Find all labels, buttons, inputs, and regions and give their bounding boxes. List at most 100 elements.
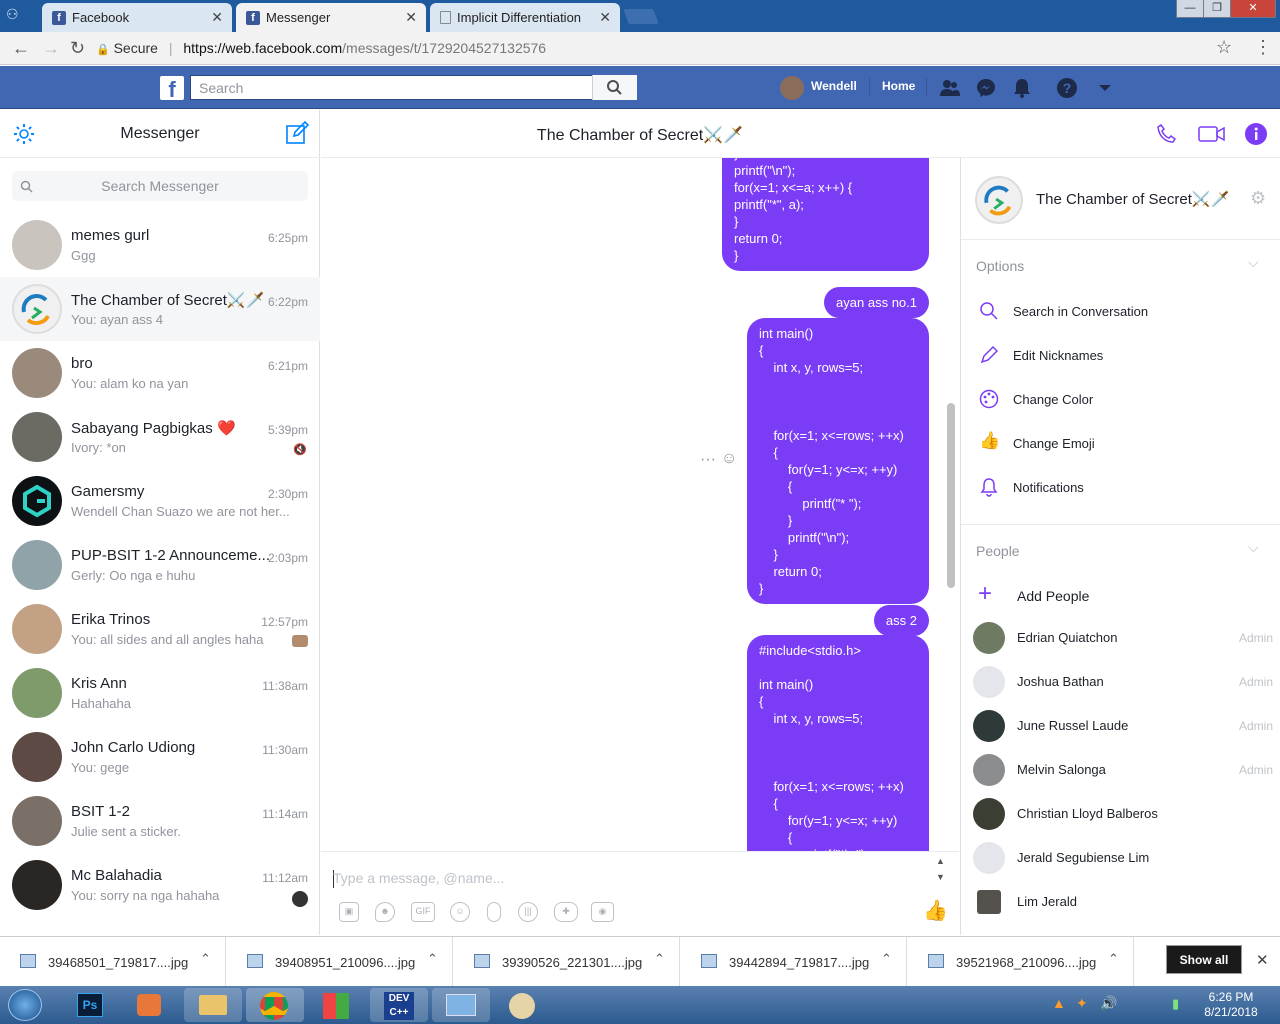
browser-profile-icon[interactable]: ⚇ — [6, 6, 26, 24]
people-list-item[interactable]: Lim Jerald — [961, 880, 1280, 924]
people-list-item[interactable]: Edrian Quiatchon Admin — [961, 616, 1280, 660]
friend-requests-icon[interactable] — [939, 77, 961, 99]
change-emoji-option[interactable]: Change Emoji — [1013, 436, 1095, 451]
show-all-downloads-button[interactable]: Show all — [1166, 945, 1242, 974]
office-taskbar-icon[interactable] — [308, 988, 366, 1022]
system-clock[interactable]: 6:26 PM 8/21/2018 — [1196, 990, 1266, 1020]
new-message-icon[interactable] — [285, 121, 309, 145]
message-input[interactable]: Type a message, @name... — [333, 870, 504, 886]
download-item[interactable]: 39390526_221301....jpg ⌃ — [454, 937, 680, 987]
help-icon[interactable]: ? — [1056, 77, 1078, 99]
sticker-icon[interactable]: ☻ — [375, 902, 395, 922]
tab-implicit-differentiation[interactable]: Implicit Differentiation ✕ — [430, 3, 620, 32]
chevron-up-icon[interactable]: ⌃ — [1108, 951, 1119, 967]
volume-icon[interactable]: 🔊 — [1100, 995, 1117, 1012]
paint-taskbar-icon[interactable] — [494, 988, 552, 1022]
photo-icon[interactable]: ▣ — [339, 902, 359, 922]
minimize-button[interactable]: — — [1176, 0, 1204, 18]
group-settings-gear-icon[interactable]: ⚙ — [1250, 188, 1266, 209]
react-emoji-icon[interactable]: ☺ — [721, 450, 737, 468]
chevron-up-icon[interactable]: ⌃ — [200, 951, 211, 967]
profile-link[interactable]: Wendell — [811, 79, 857, 93]
people-list-item[interactable]: Melvin Salonga Admin — [961, 748, 1280, 792]
conversation-item[interactable]: Mc Balahadia You: sorry na nga hahaha 11… — [0, 853, 320, 917]
people-list-item[interactable]: Joshua Bathan Admin — [961, 660, 1280, 704]
notifications-bell-icon[interactable] — [1011, 77, 1033, 99]
photoshop-taskbar-icon[interactable]: Ps — [62, 988, 120, 1022]
chrome-menu-icon[interactable]: ⋮ — [1254, 37, 1272, 58]
tab-messenger[interactable]: f Messenger ✕ — [236, 3, 426, 32]
emoji-icon[interactable]: ☺ — [450, 902, 470, 922]
thumbs-up-emoji-icon[interactable]: 👍 — [923, 898, 948, 923]
address-bar[interactable]: 🔒 Secure | https://web.facebook.com/mess… — [96, 36, 1246, 60]
download-item[interactable]: 39521968_210096....jpg ⌃ — [908, 937, 1134, 987]
forward-arrow-icon[interactable]: → — [42, 38, 60, 59]
facebook-logo-icon[interactable]: f — [160, 76, 184, 100]
reload-icon[interactable]: ↻ — [70, 38, 85, 59]
people-list-item[interactable]: June Russel Laude Admin — [961, 704, 1280, 748]
conversation-item[interactable]: The Chamber of Secret⚔️🗡️ You: ayan ass … — [0, 277, 320, 341]
facebook-search-button[interactable] — [592, 75, 637, 100]
avatar[interactable] — [780, 76, 804, 100]
signal-bars-icon[interactable]: ▮ — [1172, 996, 1179, 1012]
start-button-icon[interactable] — [8, 989, 42, 1021]
options-chevron-icon[interactable]: ⌵ — [1248, 254, 1259, 271]
file-explorer-taskbar-icon[interactable] — [184, 988, 242, 1022]
facebook-search-input[interactable]: Search — [190, 75, 637, 100]
messenger-icon[interactable] — [975, 77, 997, 99]
conversation-item[interactable]: bro You: alam ko na yan 6:21pm — [0, 341, 320, 405]
people-list-item[interactable]: Christian Lloyd Balberos — [961, 792, 1280, 836]
conversation-item[interactable]: memes gurl Ggg 6:25pm — [0, 213, 320, 277]
photo-viewer-taskbar-icon[interactable] — [432, 988, 490, 1022]
search-messenger-input[interactable]: Search Messenger — [12, 171, 308, 201]
conversation-item[interactable]: Erika Trinos You: all sides and all angl… — [0, 597, 320, 661]
devcpp-taskbar-icon[interactable]: DEV C++ — [370, 988, 428, 1022]
download-item[interactable]: 39408951_210096....jpg ⌃ — [227, 937, 453, 987]
conversation-item[interactable]: Sabayang Pagbigkas ❤️ Ivory: *on 5:39pm … — [0, 405, 320, 469]
tab-close-icon[interactable]: ✕ — [599, 9, 611, 26]
notifications-option[interactable]: Notifications — [1013, 480, 1084, 495]
people-chevron-icon[interactable]: ⌵ — [1248, 539, 1259, 556]
conversation-info-icon[interactable] — [1244, 122, 1268, 146]
game-controller-icon[interactable]: ✚ — [554, 902, 578, 922]
tab-facebook[interactable]: f Facebook ✕ — [42, 3, 232, 32]
thread-scrollbar[interactable] — [947, 403, 955, 588]
people-list-item[interactable]: Jerald Segubiense Lim — [961, 836, 1280, 880]
more-actions-icon[interactable]: ··· — [700, 451, 716, 469]
chevron-up-icon[interactable]: ⌃ — [881, 951, 892, 967]
conversation-item[interactable]: PUP-BSIT 1-2 Announceme... Gerly: Oo nga… — [0, 533, 320, 597]
account-menu-chevron-icon[interactable] — [1094, 77, 1116, 99]
tab-close-icon[interactable]: ✕ — [211, 9, 223, 26]
change-color-option[interactable]: Change Color — [1013, 392, 1093, 407]
options-section-label[interactable]: Options — [976, 258, 1024, 274]
microphone-icon[interactable] — [487, 902, 501, 922]
add-people-button[interactable]: Add People — [1017, 588, 1089, 604]
edit-nicknames-option[interactable]: Edit Nicknames — [1013, 348, 1103, 363]
conversation-item[interactable]: BSIT 1-2 Julie sent a sticker. 11:14am — [0, 789, 320, 853]
tab-close-icon[interactable]: ✕ — [405, 9, 417, 26]
chrome-taskbar-icon[interactable] — [246, 988, 304, 1022]
chevron-up-icon[interactable]: ⌃ — [427, 951, 438, 967]
search-in-conversation-option[interactable]: Search in Conversation — [1013, 304, 1148, 319]
people-section-label[interactable]: People — [976, 543, 1020, 559]
tray-app-icon[interactable]: ▲ — [1052, 995, 1066, 1011]
poll-icon[interactable]: ||| — [518, 902, 538, 922]
gif-icon[interactable]: GIF — [411, 902, 435, 922]
video-call-icon[interactable] — [1198, 124, 1226, 144]
conversation-item[interactable]: Gamersmy Wendell Chan Suazo we are not h… — [0, 469, 320, 533]
composer-scroll-down-icon[interactable]: ▼ — [936, 872, 945, 882]
composer-scroll-up-icon[interactable]: ▲ — [936, 856, 945, 866]
back-arrow-icon[interactable]: ← — [12, 38, 30, 59]
voice-call-icon[interactable] — [1156, 123, 1178, 145]
media-player-taskbar-icon[interactable] — [122, 988, 180, 1022]
restore-button[interactable]: ❐ — [1203, 0, 1231, 18]
tray-network-icon[interactable]: ✦ — [1076, 995, 1088, 1012]
conversation-item[interactable]: John Carlo Udiong You: gege 11:30am — [0, 725, 320, 789]
download-item[interactable]: 39442894_719817....jpg ⌃ — [681, 937, 907, 987]
new-tab-button[interactable] — [623, 9, 659, 24]
camera-icon[interactable]: ◉ — [591, 902, 614, 922]
close-downloads-icon[interactable]: ✕ — [1256, 951, 1269, 969]
download-item[interactable]: 39468501_719817....jpg ⌃ — [0, 937, 226, 987]
conversation-item[interactable]: Kris Ann Hahahaha 11:38am — [0, 661, 320, 725]
close-window-button[interactable]: ✕ — [1230, 0, 1276, 18]
